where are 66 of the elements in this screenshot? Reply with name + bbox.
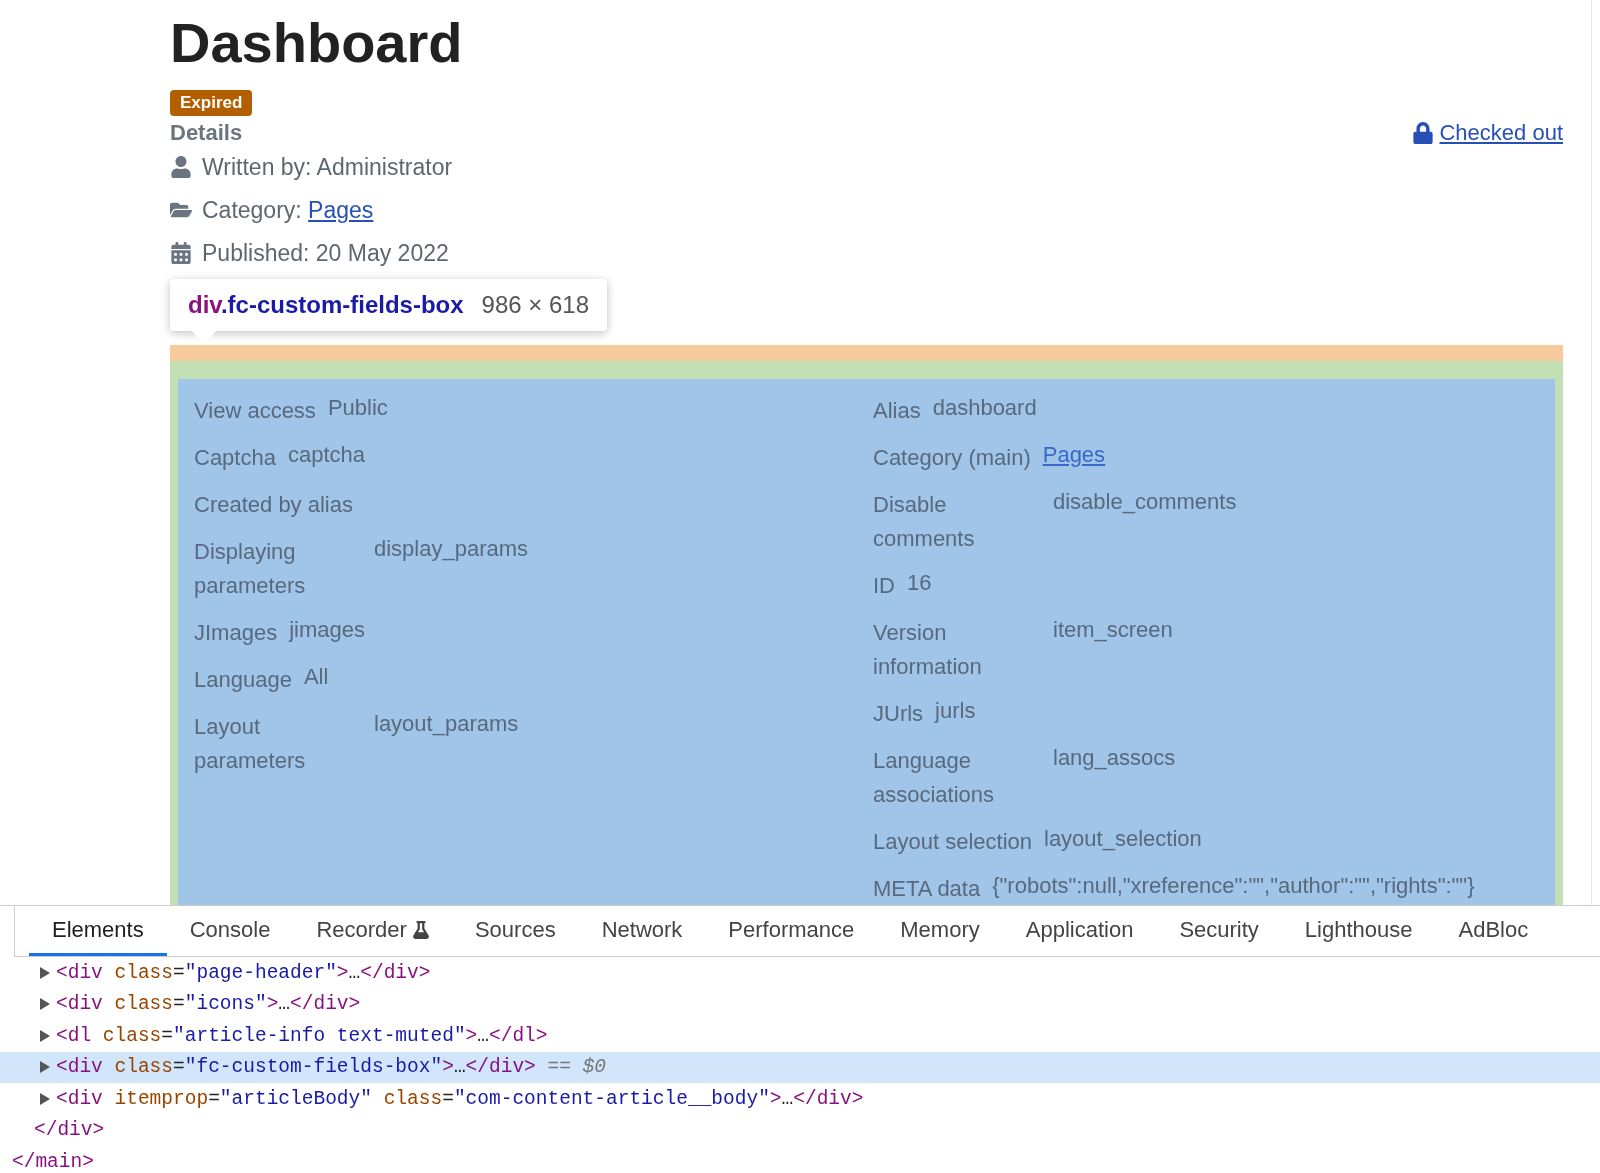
field-label: META data <box>873 874 981 903</box>
field-label: Language <box>194 665 292 694</box>
expand-triangle-icon[interactable] <box>40 1029 50 1042</box>
devtools-tab[interactable]: Elements <box>29 906 167 956</box>
devtools-tab[interactable]: Memory <box>877 906 1003 956</box>
expand-triangle-icon[interactable] <box>40 1061 50 1074</box>
devtools-tab[interactable]: Recorder <box>293 906 452 956</box>
field-value: dashboard <box>932 393 1037 422</box>
field-value: layout_params <box>374 709 519 738</box>
details-heading: Details <box>170 119 243 146</box>
field-value: layout_selection <box>1044 824 1202 853</box>
devtools-tab[interactable]: AdBloc <box>1435 906 1552 956</box>
expand-triangle-icon[interactable] <box>40 998 50 1011</box>
code-line[interactable]: <dl class="article-info text-muted">…</dl> <box>0 1020 1600 1052</box>
checked-out-link[interactable]: Checked out <box>1413 119 1563 146</box>
field-label: Displaying parameters <box>194 537 307 600</box>
field-label: ID <box>873 571 895 600</box>
field-label: Version information <box>873 618 983 681</box>
code-line: </div> <box>34 1119 105 1142</box>
code-line[interactable]: <div itemprop="articleBody" class="com-content-article__body">…</div> <box>0 1083 1600 1115</box>
info-text: Written by: Administrator <box>202 153 453 181</box>
code-line[interactable]: <div class="page-header">…</div> <box>0 957 1600 989</box>
info-text: Category: Pages <box>202 196 374 224</box>
expand-triangle-icon[interactable] <box>40 1092 50 1105</box>
field-label: JUrls <box>873 699 924 728</box>
code-line: </main> <box>12 1150 94 1173</box>
devtools-tab[interactable]: Performance <box>705 906 878 956</box>
field-label: Layout selection <box>873 827 1032 856</box>
field-label: Disable comments <box>873 490 976 553</box>
devtools-tab[interactable]: Sources <box>451 906 579 956</box>
devtools-tab[interactable]: Application <box>1002 906 1157 956</box>
field-value: captcha <box>287 440 365 469</box>
expand-triangle-icon[interactable] <box>40 966 50 979</box>
field-value: All <box>303 662 329 691</box>
element-size: 986 × 618 <box>481 290 590 319</box>
calendar-icon <box>170 242 192 265</box>
field-value: {"robots":null,"xreference":"","author":"","rights":""} <box>992 871 1475 900</box>
field-value: lang_assocs <box>1053 743 1176 772</box>
field-value: jimages <box>289 615 365 644</box>
field-label: JImages <box>194 618 278 647</box>
field-label: View access <box>194 396 316 425</box>
field-label: Category (main) <box>873 443 1031 472</box>
devtools-tab[interactable]: Network <box>578 906 706 956</box>
field-value: 16 <box>907 568 932 597</box>
category-link[interactable]: Pages <box>308 196 374 223</box>
field-label: Alias <box>873 396 921 425</box>
devtools-tab[interactable]: Security <box>1156 906 1282 956</box>
field-label: Language associations <box>873 746 996 809</box>
lock-icon <box>1413 121 1434 144</box>
field-value: display_params <box>374 534 529 563</box>
user-icon <box>170 156 192 179</box>
devtools-tab[interactable]: Console <box>166 906 294 956</box>
field-value: Public <box>327 393 388 422</box>
status-badge: Expired <box>170 89 253 116</box>
field-label: Captcha <box>194 443 276 472</box>
devtools-tab[interactable]: Lighthouse <box>1281 906 1436 956</box>
code-line[interactable]: <div class="icons">…</div> <box>0 988 1600 1020</box>
element-selector: div.fc-custom-fields-box <box>188 290 464 319</box>
field-label: Created by alias <box>194 490 353 519</box>
info-text: Published: 20 May 2022 <box>202 239 449 267</box>
field-value: jurls <box>935 696 976 725</box>
page-title: Dashboard <box>170 12 464 74</box>
flask-icon <box>412 920 429 939</box>
field-value: item_screen <box>1053 615 1173 644</box>
field-label: Layout parameters <box>194 712 307 775</box>
field-value: disable_comments <box>1053 487 1237 516</box>
